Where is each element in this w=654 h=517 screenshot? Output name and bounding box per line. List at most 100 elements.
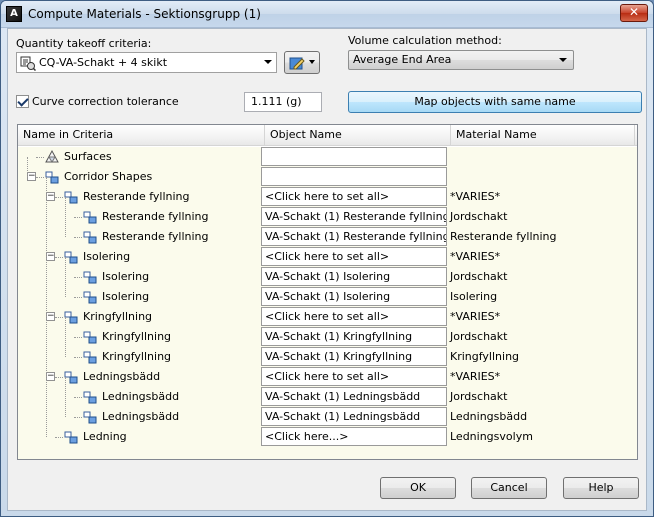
material-name-cell[interactable]: *VARIES* (450, 370, 500, 383)
criteria-item-label: Resterande fyllning (102, 230, 209, 243)
material-name-cell[interactable]: Jordschakt (450, 330, 507, 343)
grid-header: Name in Criteria Object Name Material Na… (18, 125, 637, 146)
edit-criteria-button[interactable] (284, 51, 320, 74)
material-name-cell[interactable]: Resterande fyllning (450, 230, 557, 243)
shape-icon (83, 231, 97, 244)
tree-row[interactable]: Ledning <Click here...> Ledningsvolym (18, 427, 637, 447)
criteria-item-label: Ledningsbädd (102, 410, 180, 423)
tree-row[interactable]: Isolering VA-Schakt (1) Isolering Jordscha… (18, 267, 637, 287)
object-name-cell[interactable]: VA-Schakt (1) Kringfyllning (261, 327, 447, 346)
column-material-name[interactable]: Material Name (451, 125, 635, 146)
compute-materials-dialog: A Compute Materials - Sektionsgrupp (1) … (0, 0, 654, 517)
tree-row[interactable]: Resterande fyllning VA-Schakt (1) Restera… (18, 227, 637, 247)
volume-method-value: Average End Area (353, 53, 452, 66)
criteria-dropdown[interactable]: CQ-VA-Schakt + 4 skikt (16, 52, 277, 73)
tree-row[interactable]: − Ledningsbädd <Click here to set all> *VAR… (18, 367, 637, 387)
close-button[interactable]: ✕ (620, 4, 648, 22)
tree-connector (74, 237, 82, 238)
criteria-item-label: Corridor Shapes (64, 170, 153, 183)
material-name-cell[interactable]: Ledningsvolym (450, 430, 533, 443)
help-button[interactable]: Help (563, 477, 639, 499)
collapse-toggle[interactable]: − (46, 372, 55, 381)
volume-method-dropdown[interactable]: Average End Area (348, 50, 574, 70)
collapse-toggle[interactable]: − (27, 172, 36, 181)
tree-row[interactable]: − Resterande fyllning <Click here to set a… (18, 187, 637, 207)
shape-icon (83, 391, 97, 404)
tree-connector (74, 417, 82, 418)
chevron-down-icon (559, 58, 567, 62)
map-objects-button[interactable]: Map objects with same name (348, 91, 642, 113)
tree-row[interactable]: − Corridor Shapes (18, 167, 637, 187)
tree-guide-line (65, 317, 66, 357)
tree-row[interactable]: Isolering VA-Schakt (1) Isolering Isolerin… (18, 287, 637, 307)
material-name-cell[interactable]: Jordschakt (450, 270, 507, 283)
object-name-cell[interactable] (261, 167, 447, 186)
object-name-cell[interactable]: <Click here to set all> (261, 367, 447, 386)
object-name-cell[interactable] (261, 147, 447, 166)
object-name-cell[interactable]: <Click here to set all> (261, 247, 447, 266)
criteria-item-label: Resterande fyllning (102, 210, 209, 223)
tree-guide-line (46, 177, 47, 437)
cancel-button[interactable]: Cancel (471, 477, 547, 499)
tree-guide-line (65, 377, 66, 417)
dialog-body: Quantity takeoff criteria: CQ-VA-Schakt … (7, 28, 647, 511)
object-name-cell[interactable]: VA-Schakt (1) Isolering (261, 267, 447, 286)
material-name-cell[interactable]: *VARIES* (450, 190, 500, 203)
object-name-cell[interactable]: VA-Schakt (1) Ledningsbädd (261, 407, 447, 426)
criteria-item-label: Ledning (83, 430, 127, 443)
tree-connector (74, 297, 82, 298)
tree-guide-line (65, 197, 66, 237)
collapse-toggle[interactable]: − (46, 252, 55, 261)
criteria-item-label: Kringfyllning (83, 310, 153, 323)
shape-icon (83, 331, 97, 344)
tree-connector (36, 177, 44, 178)
curve-correction-checkbox[interactable] (16, 95, 29, 108)
column-name-in-criteria[interactable]: Name in Criteria (18, 125, 265, 146)
object-name-cell[interactable]: <Click here to set all> (261, 187, 447, 206)
material-name-cell[interactable]: Jordschakt (450, 390, 507, 403)
ok-button[interactable]: OK (380, 477, 456, 499)
app-icon: A (6, 6, 22, 22)
object-name-cell[interactable]: VA-Schakt (1) Isolering (261, 287, 447, 306)
tree-connector (55, 197, 63, 198)
object-name-cell[interactable]: <Click here to set all> (261, 307, 447, 326)
shape-icon (64, 431, 78, 444)
chevron-down-icon (264, 60, 272, 64)
object-name-cell[interactable]: VA-Schakt (1) Resterande fyllning (261, 207, 447, 226)
tree-row[interactable]: Ledningsbädd VA-Schakt (1) Ledningsbädd Le… (18, 407, 637, 427)
tree-connector (55, 377, 63, 378)
object-name-cell[interactable]: VA-Schakt (1) Ledningsbädd (261, 387, 447, 406)
tree-guide-line (65, 257, 66, 297)
window-title: Compute Materials - Sektionsgrupp (1) (28, 7, 261, 21)
material-name-cell[interactable]: Jordschakt (450, 210, 507, 223)
material-name-cell[interactable]: *VARIES* (450, 310, 500, 323)
tree-connector (74, 277, 82, 278)
object-name-cell[interactable]: VA-Schakt (1) Kringfyllning (261, 347, 447, 366)
tolerance-field[interactable]: 1.111 (g) (244, 92, 322, 112)
tree-row[interactable]: − Kringfyllning <Click here to set all> *VA… (18, 307, 637, 327)
shape-icon (83, 271, 97, 284)
material-name-cell[interactable]: Kringfyllning (450, 350, 519, 363)
tree-row[interactable]: Surfaces (18, 147, 637, 167)
title-bar[interactable]: A Compute Materials - Sektionsgrupp (1) … (1, 1, 653, 28)
collapse-toggle[interactable]: − (46, 312, 55, 321)
column-object-name[interactable]: Object Name (265, 125, 451, 146)
collapse-toggle[interactable]: − (46, 192, 55, 201)
criteria-item-label: Surfaces (64, 150, 112, 163)
tree-connector (74, 357, 82, 358)
edit-pencil-icon (289, 57, 305, 70)
tree-row[interactable]: − Isolering <Click here to set all> *VARIES… (18, 247, 637, 267)
criteria-item-label: Isolering (102, 290, 150, 303)
grid-body: Surfaces − Corridor Shapes − Resterande fyll… (18, 147, 637, 459)
material-name-cell[interactable]: *VARIES* (450, 250, 500, 263)
tree-row[interactable]: Kringfyllning VA-Schakt (1) Kringfyllning… (18, 327, 637, 347)
material-name-cell[interactable]: Ledningsbädd (450, 410, 527, 423)
materials-grid: Name in Criteria Object Name Material Na… (17, 124, 638, 460)
tree-row[interactable]: Ledningsbädd VA-Schakt (1) Ledningsbädd Jo… (18, 387, 637, 407)
material-name-cell[interactable]: Isolering (450, 290, 497, 303)
object-name-cell[interactable]: <Click here...> (261, 427, 447, 446)
object-name-cell[interactable]: VA-Schakt (1) Resterande fyllning (261, 227, 447, 246)
tree-row[interactable]: Kringfyllning VA-Schakt (1) Kringfyllning… (18, 347, 637, 367)
shape-icon (83, 291, 97, 304)
tree-row[interactable]: Resterande fyllning VA-Schakt (1) Restera… (18, 207, 637, 227)
